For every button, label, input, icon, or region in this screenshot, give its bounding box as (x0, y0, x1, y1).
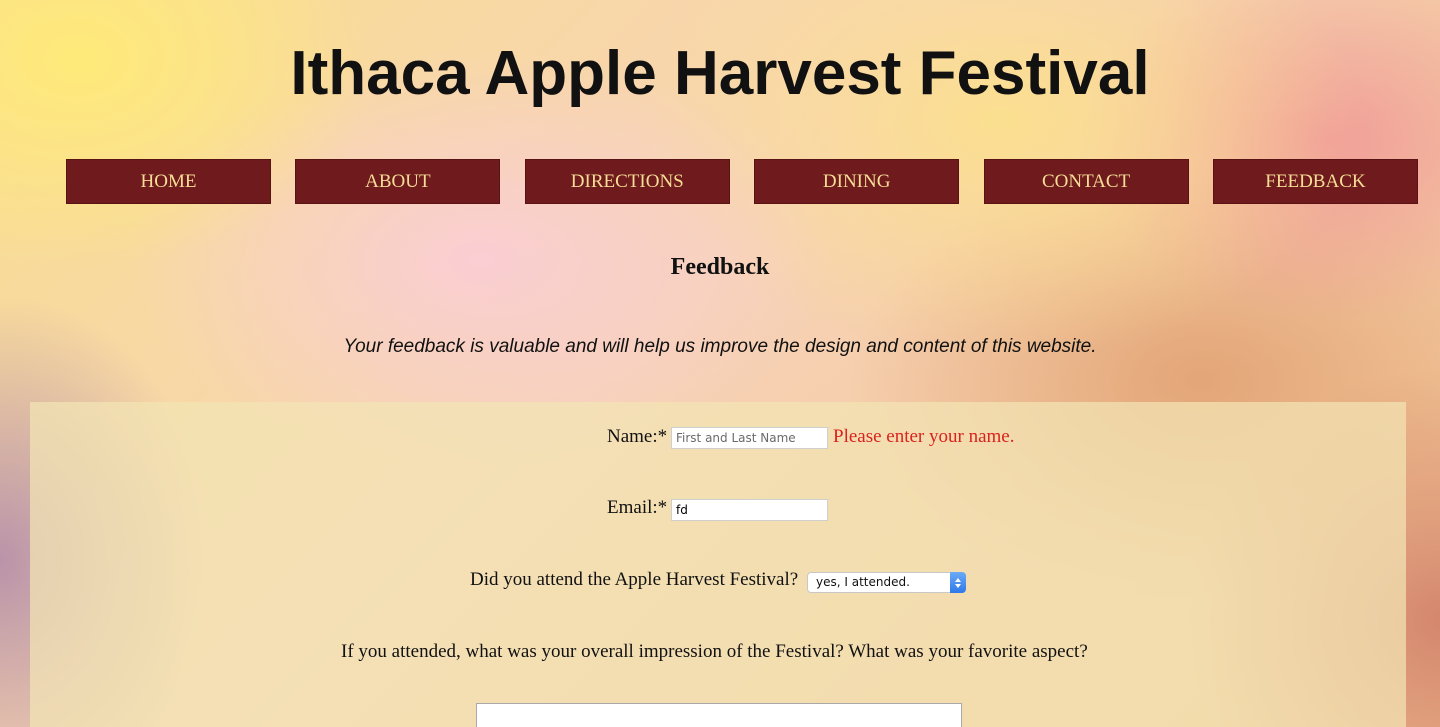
intro-text: Your feedback is valuable and will help … (343, 336, 1097, 357)
nav-item-feedback[interactable]: FEEDBACK (1212, 159, 1418, 204)
email-input[interactable] (671, 499, 828, 521)
name-input[interactable] (671, 427, 828, 449)
attended-label: Did you attend the Apple Harvest Festiva… (470, 569, 799, 590)
nav-item-dining[interactable]: DINING (754, 159, 960, 204)
site-title: Ithaca Apple Harvest Festival (290, 39, 1150, 108)
email-label: Email:* (607, 497, 668, 518)
nav-item-directions[interactable]: DIRECTIONS (524, 159, 730, 204)
select-arrows-icon (950, 572, 966, 593)
impression-textarea[interactable] (476, 703, 962, 727)
attended-select-value: yes, I attended. (816, 575, 910, 589)
impression-label: If you attended, what was your overall i… (341, 641, 1088, 662)
page-heading: Feedback (670, 254, 770, 280)
feedback-form: Name:* Please enter your name. Email:* D… (30, 402, 1406, 727)
main-nav: HOME ABOUT DIRECTIONS DINING CONTACT FEE… (66, 159, 1418, 204)
nav-item-about[interactable]: ABOUT (295, 159, 501, 204)
name-label: Name:* (607, 426, 668, 447)
name-error-message: Please enter your name. (833, 426, 1015, 447)
nav-item-contact[interactable]: CONTACT (983, 159, 1189, 204)
nav-item-home[interactable]: HOME (66, 159, 271, 204)
attended-select[interactable]: yes, I attended. (807, 572, 966, 593)
